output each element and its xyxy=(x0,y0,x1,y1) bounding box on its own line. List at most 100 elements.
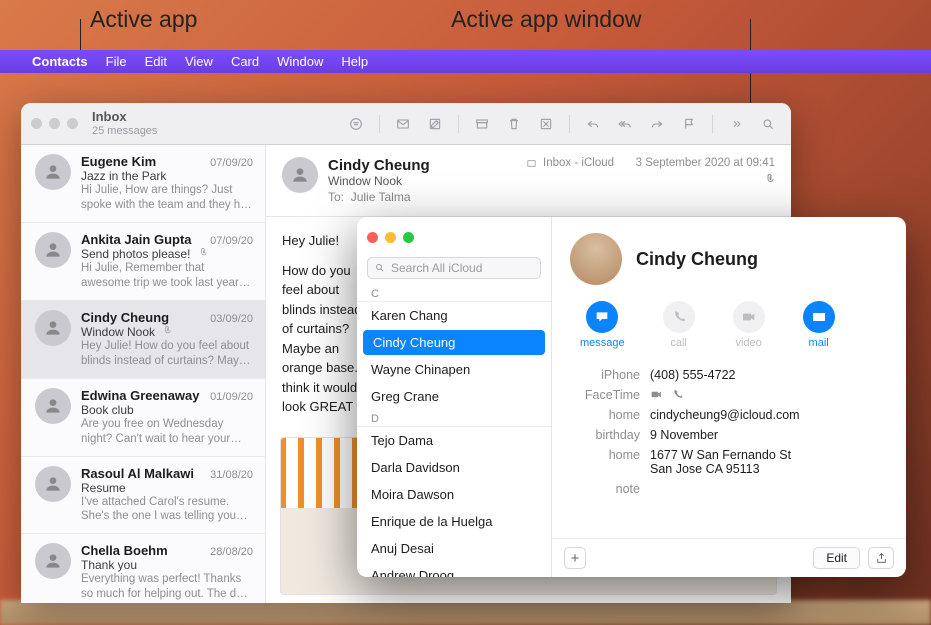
mail-message-item[interactable]: Chella Boehm28/08/20Thank youEverything … xyxy=(21,534,265,603)
compose-icon[interactable] xyxy=(422,113,448,135)
mail-message-item[interactable]: Rasoul Al Malkawi 31/08/20ResumeI've atta… xyxy=(21,457,265,535)
action-video[interactable]: video xyxy=(733,301,765,349)
field-home-addr-value[interactable]: 1677 W San Fernando StSan Jose CA 95113 xyxy=(650,448,791,476)
message-subject: Resume xyxy=(81,481,253,495)
message-date: 31/08/20 xyxy=(210,469,253,481)
action-call[interactable]: call xyxy=(663,301,695,349)
contacts-list-item[interactable]: Darla Davidson xyxy=(357,454,551,481)
message-subject: Send photos please! xyxy=(81,247,253,261)
message-mailbox: Inbox - iCloud xyxy=(543,157,614,169)
forward-icon[interactable] xyxy=(644,113,670,135)
contacts-search-input[interactable]: Search All iCloud xyxy=(367,257,541,279)
menu-file[interactable]: File xyxy=(106,54,127,69)
message-date: 28/08/20 xyxy=(210,546,253,558)
message-preview: I've attached Carol's resume. She's the … xyxy=(81,495,253,525)
flag-icon[interactable] xyxy=(676,113,702,135)
message-preview: Hi Julie, How are things? Just spoke wit… xyxy=(81,183,253,213)
callout-active-app: Active app xyxy=(90,6,197,33)
message-to-label: To: xyxy=(328,190,344,204)
mail-title: Inbox xyxy=(92,110,157,124)
contacts-list-item[interactable]: Enrique de la Huelga xyxy=(357,508,551,535)
field-home-email-value[interactable]: cindycheung9@icloud.com xyxy=(650,408,800,422)
message-to: Julie Talma xyxy=(351,190,411,204)
search-icon[interactable] xyxy=(755,113,781,135)
reply-all-icon[interactable] xyxy=(612,113,638,135)
mail-message-item[interactable]: Eugene Kim 07/09/20Jazz in the ParkHi Jul… xyxy=(21,145,265,223)
menu-window[interactable]: Window xyxy=(277,54,323,69)
message-sender: Ankita Jain Gupta xyxy=(81,232,192,247)
contacts-list-item[interactable]: Greg Crane xyxy=(357,383,551,410)
message-from: Cindy Cheung xyxy=(328,157,430,174)
action-message-label: message xyxy=(580,337,625,349)
mail-traffic-lights[interactable] xyxy=(31,118,78,129)
mail-titlebar: Inbox 25 messages xyxy=(21,103,791,145)
toolbar-separator xyxy=(712,115,713,133)
message-subject: Jazz in the Park xyxy=(81,169,253,183)
contacts-section-header: D xyxy=(357,410,551,427)
mail-message-item[interactable]: Ankita Jain Gupta 07/09/20Send photos ple… xyxy=(21,223,265,301)
action-video-label: video xyxy=(735,337,761,349)
junk-icon[interactable] xyxy=(533,113,559,135)
menu-card[interactable]: Card xyxy=(231,54,259,69)
avatar xyxy=(35,543,71,579)
field-iphone-label: iPhone xyxy=(570,368,640,382)
action-call-label: call xyxy=(670,337,687,349)
contacts-list-item[interactable]: Tejo Dama xyxy=(357,427,551,454)
message-date: 01/09/20 xyxy=(210,391,253,403)
callout-active-app-window: Active app window xyxy=(451,6,642,33)
contacts-list-item[interactable]: Cindy Cheung xyxy=(363,330,545,355)
archive-icon[interactable] xyxy=(469,113,495,135)
share-button[interactable] xyxy=(868,547,894,569)
message-date: 03/09/20 xyxy=(210,313,253,325)
field-facetime-icons[interactable] xyxy=(650,388,684,401)
filter-icon[interactable] xyxy=(343,113,369,135)
mail-message-list[interactable]: Eugene Kim07/09/20Jazz in the ParkHi Jul… xyxy=(21,145,266,603)
avatar xyxy=(35,154,71,190)
add-contact-button[interactable]: + xyxy=(564,547,586,569)
field-home-addr-l2: San Jose CA 95113 xyxy=(650,462,791,476)
mail-subtitle: 25 messages xyxy=(92,125,157,137)
reply-icon[interactable] xyxy=(580,113,606,135)
field-iphone-value[interactable]: (408) 555-4722 xyxy=(650,368,735,382)
avatar xyxy=(35,388,71,424)
edit-button[interactable]: Edit xyxy=(813,547,860,569)
field-home-addr-label: home xyxy=(570,448,640,462)
contacts-list-item[interactable]: Wayne Chinapen xyxy=(357,356,551,383)
menubar-app-name[interactable]: Contacts xyxy=(32,54,88,69)
sender-avatar xyxy=(282,157,318,193)
more-icon[interactable] xyxy=(723,113,749,135)
contacts-list-item[interactable]: Karen Chang xyxy=(357,302,551,329)
contact-name: Cindy Cheung xyxy=(636,249,758,270)
message-date: 3 September 2020 at 09:41 xyxy=(636,157,775,169)
field-home-addr-l1: 1677 W San Fernando St xyxy=(650,448,791,462)
menu-help[interactable]: Help xyxy=(341,54,368,69)
message-preview: Are you free on Wednesday night? Can't w… xyxy=(81,417,253,447)
contacts-list-item[interactable]: Anuj Desai xyxy=(357,535,551,562)
action-mail[interactable]: mail xyxy=(803,301,835,349)
message-subject: Book club xyxy=(81,403,253,417)
message-date: 07/09/20 xyxy=(210,157,253,169)
action-mail-label: mail xyxy=(809,337,829,349)
contacts-list-item[interactable]: Moira Dawson xyxy=(357,481,551,508)
contacts-list-item[interactable]: Andrew Droog xyxy=(357,562,551,577)
action-message[interactable]: message xyxy=(580,301,625,349)
menu-view[interactable]: View xyxy=(185,54,213,69)
message-sender: Chella Boehm xyxy=(81,543,168,558)
contacts-traffic-lights[interactable] xyxy=(367,232,414,243)
message-subject: Window Nook xyxy=(81,325,253,339)
field-note-label: note xyxy=(570,482,640,496)
contacts-list[interactable]: CKaren ChangCindy CheungWayne ChinapenGr… xyxy=(357,285,551,577)
toolbar-separator xyxy=(379,115,380,133)
envelope-icon[interactable] xyxy=(390,113,416,135)
message-sender: Edwina Greenaway xyxy=(81,388,200,403)
message-sender: Cindy Cheung xyxy=(81,310,169,325)
contacts-window: Search All iCloud CKaren ChangCindy Cheu… xyxy=(357,217,906,577)
menubar: Contacts File Edit View Card Window Help xyxy=(0,50,931,73)
menu-edit[interactable]: Edit xyxy=(145,54,167,69)
mail-message-item[interactable]: Edwina Greenaway 01/09/20Book clubAre you… xyxy=(21,379,265,457)
trash-icon[interactable] xyxy=(501,113,527,135)
mail-message-item[interactable]: Cindy Cheung03/09/20Window Nook Hey Juli… xyxy=(21,301,265,379)
message-sender: Rasoul Al Malkawi xyxy=(81,466,194,481)
message-date: 07/09/20 xyxy=(210,235,253,247)
message-sender: Eugene Kim xyxy=(81,154,156,169)
